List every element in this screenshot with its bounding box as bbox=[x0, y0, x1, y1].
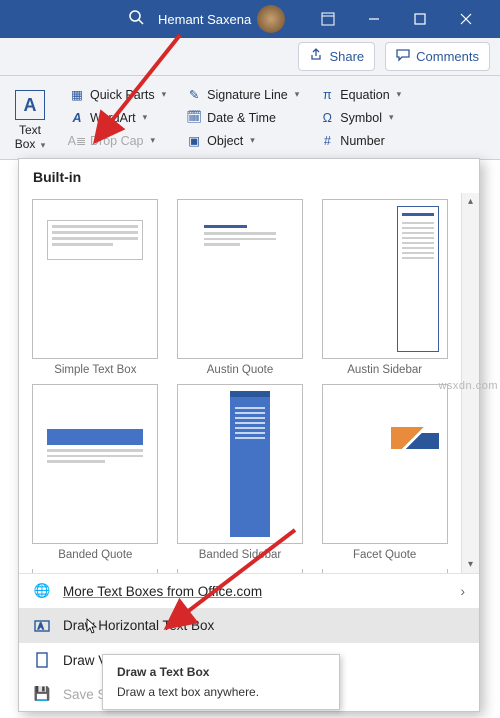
drop-cap-icon: A≣ bbox=[69, 133, 85, 149]
scroll-up-icon[interactable]: ▴ bbox=[468, 196, 473, 207]
title-bar: Hemant Saxena bbox=[0, 0, 500, 38]
search-icon[interactable] bbox=[128, 9, 144, 30]
panel-header: Built-in bbox=[19, 159, 479, 193]
user-name: Hemant Saxena bbox=[158, 12, 251, 27]
gallery-item-simple-text-box[interactable]: Simple Text Box bbox=[23, 195, 168, 380]
gallery-item-cut[interactable] bbox=[23, 565, 168, 573]
number-icon: # bbox=[319, 133, 335, 149]
equation-button[interactable]: πEquation▾ bbox=[316, 85, 404, 105]
more-text-boxes-menu[interactable]: 🌐 More Text Boxes from Office.com › bbox=[19, 574, 479, 608]
signature-line-button[interactable]: ✎Signature Line▾ bbox=[183, 85, 302, 105]
date-time-button[interactable]: 🗓Date & Time bbox=[183, 108, 302, 128]
svg-text:A: A bbox=[38, 622, 44, 631]
ribbon-options-icon[interactable] bbox=[305, 0, 351, 38]
text-box-label2: Box bbox=[15, 137, 36, 151]
share-label: Share bbox=[329, 49, 364, 64]
text-box-button[interactable]: A Text Box ▾ bbox=[8, 80, 52, 155]
action-bar: Share Comments bbox=[0, 38, 500, 76]
comments-button[interactable]: Comments bbox=[385, 42, 490, 71]
ribbon: A Text Box ▾ ▦Quick Parts▾ AWordArt▾ A≣D… bbox=[0, 76, 500, 160]
gallery-item-cut[interactable] bbox=[168, 565, 313, 573]
tooltip-title: Draw a Text Box bbox=[117, 665, 325, 679]
chevron-right-icon: › bbox=[461, 584, 466, 599]
number-button[interactable]: #Number bbox=[316, 131, 404, 151]
share-button[interactable]: Share bbox=[298, 42, 375, 71]
textbox-v-icon bbox=[33, 651, 51, 669]
save-icon: 💾 bbox=[33, 685, 51, 703]
gallery-item-austin-quote[interactable]: Austin Quote bbox=[168, 195, 313, 380]
equation-icon: π bbox=[319, 87, 335, 103]
wordart-button[interactable]: AWordArt▾ bbox=[66, 108, 169, 128]
tooltip: Draw a Text Box Draw a text box anywhere… bbox=[102, 654, 340, 710]
scroll-down-icon[interactable]: ▾ bbox=[468, 559, 473, 570]
maximize-icon[interactable] bbox=[397, 0, 443, 38]
gallery-item-austin-sidebar[interactable]: Austin Sidebar bbox=[312, 195, 457, 380]
text-box-label1: Text bbox=[19, 123, 41, 137]
textbox-h-icon: A bbox=[33, 617, 51, 635]
cursor-icon bbox=[86, 618, 98, 637]
gallery-item-cut[interactable] bbox=[312, 565, 457, 573]
watermark: wsxdn.com bbox=[438, 380, 498, 392]
quick-parts-button[interactable]: ▦Quick Parts▾ bbox=[66, 85, 169, 105]
signature-icon: ✎ bbox=[186, 87, 202, 103]
gallery-item-banded-sidebar[interactable]: Banded Sidebar bbox=[168, 380, 313, 565]
comments-icon bbox=[396, 48, 410, 65]
quick-parts-icon: ▦ bbox=[69, 87, 85, 103]
text-box-icon: A bbox=[15, 90, 45, 120]
share-icon bbox=[309, 48, 323, 65]
date-icon: 🗓 bbox=[186, 110, 202, 126]
minimize-icon[interactable] bbox=[351, 0, 397, 38]
wordart-icon: A bbox=[69, 110, 85, 126]
symbol-icon: Ω bbox=[319, 110, 335, 126]
text-box-gallery-panel: Built-in Simple Text Box Austin Quote Au… bbox=[18, 158, 480, 712]
gallery-item-banded-quote[interactable]: Banded Quote bbox=[23, 380, 168, 565]
gallery-item-facet-quote[interactable]: Facet Quote bbox=[312, 380, 457, 565]
object-icon: ▣ bbox=[186, 133, 202, 149]
globe-icon: 🌐 bbox=[33, 582, 51, 600]
gallery: Simple Text Box Austin Quote Austin Side… bbox=[19, 193, 461, 573]
close-icon[interactable] bbox=[443, 0, 489, 38]
symbol-button[interactable]: ΩSymbol▾ bbox=[316, 108, 404, 128]
draw-horizontal-text-box-menu[interactable]: A Draw Horizontal Text Box bbox=[19, 608, 479, 643]
object-button[interactable]: ▣Object▾ bbox=[183, 131, 302, 151]
tooltip-body: Draw a text box anywhere. bbox=[117, 685, 325, 699]
comments-label: Comments bbox=[416, 49, 479, 64]
drop-cap-button[interactable]: A≣Drop Cap▾ bbox=[66, 131, 169, 151]
avatar[interactable] bbox=[257, 5, 285, 33]
